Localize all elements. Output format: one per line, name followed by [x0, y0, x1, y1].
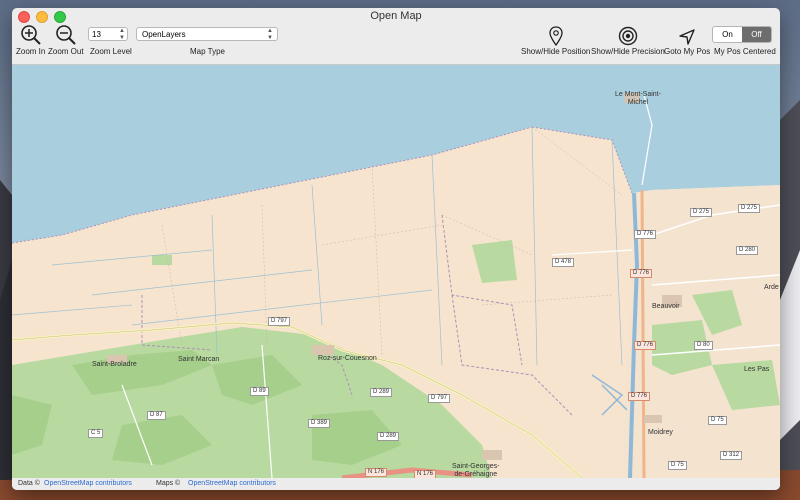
window-title: Open Map — [370, 10, 422, 22]
place-label-saint-marcan: Saint Marcan — [178, 356, 220, 363]
road-label: N 176 — [414, 470, 437, 478]
road-label: D 797 — [268, 317, 291, 326]
road-label: D 275 — [738, 204, 761, 213]
map-view[interactable]: Le Mont-Saint-Michel Saint-Broladre Sain… — [12, 65, 780, 478]
target-icon — [618, 24, 638, 46]
place-label-roz-sur-couesnon: Roz-sur-Couesnon — [318, 355, 377, 362]
title-bar: Open Map — [12, 8, 780, 24]
road-label: D 312 — [720, 451, 743, 460]
road-label: D 797 — [428, 394, 451, 403]
show-hide-precision-label: Show/Hide Precision — [591, 47, 665, 56]
goto-my-pos-label: Goto My Pos — [664, 47, 711, 56]
road-label: D 75 — [668, 461, 687, 470]
toggle-off-segment[interactable]: Off — [742, 27, 771, 42]
place-label-les-pas: Les Pas — [744, 366, 770, 373]
zoom-out-button[interactable]: Zoom Out — [48, 24, 84, 56]
zoom-in-label: Zoom In — [16, 47, 46, 56]
show-hide-position-label: Show/Hide Position — [521, 47, 591, 56]
chevron-updown-icon: ▲ ▼ — [267, 28, 273, 41]
zoom-in-button[interactable]: Zoom In — [16, 24, 45, 56]
road-label: D 289 — [377, 432, 400, 441]
attribution-bar: Data © OpenStreetMap contributors Maps ©… — [12, 478, 780, 490]
my-pos-centered-toggle[interactable]: On Off — [712, 26, 772, 43]
road-label: D 776 — [630, 269, 653, 278]
road-label: D 776 — [628, 392, 651, 401]
road-label: D 275 — [690, 208, 713, 217]
zoom-in-icon — [20, 24, 42, 46]
stepper-arrows-icon[interactable]: ▲ ▼ — [119, 28, 125, 42]
toggle-on-segment[interactable]: On — [713, 27, 742, 42]
road-label: D 80 — [694, 341, 713, 350]
place-label-moidrey: Moidrey — [648, 429, 673, 436]
maps-attribution-link[interactable]: OpenStreetMap contributors — [188, 480, 276, 487]
road-label: N 176 — [365, 468, 388, 477]
zoom-out-label: Zoom Out — [48, 47, 84, 56]
road-label: D 289 — [370, 388, 393, 397]
maps-attribution-label: Maps © — [156, 480, 181, 487]
data-attribution-link[interactable]: OpenStreetMap contributors — [44, 480, 132, 487]
map-canvas — [12, 65, 780, 478]
road-label: C 5 — [88, 429, 104, 438]
my-pos-centered-label: My Pos Centered — [714, 47, 776, 56]
zoom-out-icon — [55, 24, 77, 46]
place-label-saint-broladre: Saint-Broladre — [92, 361, 137, 368]
zoom-level-stepper[interactable]: 13 ▲ ▼ — [88, 27, 128, 41]
place-label-saint-georges: Saint-Georges- de-Gréhaigne — [452, 463, 500, 478]
toolbar: Zoom In Zoom Out 13 ▲ ▼ Zoom Level OpenLa… — [12, 24, 780, 65]
road-label: D 776 — [634, 341, 657, 350]
goto-my-pos-button[interactable]: Goto My Pos — [664, 24, 710, 56]
show-hide-position-button[interactable]: Show/Hide Position — [521, 24, 590, 56]
map-pin-icon — [549, 24, 563, 46]
place-label-beauvoir: Beauvoir — [652, 303, 680, 310]
app-window: Open Map Zoom In Zoom Out 13 ▲ ▼ Zoom Lev… — [12, 8, 780, 490]
map-type-select[interactable]: OpenLayers ▲ ▼ — [136, 27, 278, 41]
place-label-mont-saint-michel: Le Mont-Saint-Michel — [615, 91, 661, 106]
place-label-ardevon: Arde — [764, 284, 779, 291]
map-type-label: Map Type — [190, 47, 225, 56]
location-arrow-icon — [678, 24, 696, 46]
road-label: D 87 — [147, 411, 166, 420]
road-label: D 389 — [308, 419, 331, 428]
show-hide-precision-button[interactable]: Show/Hide Precision — [591, 24, 665, 56]
map-type-value: OpenLayers — [142, 30, 186, 39]
zoom-level-value: 13 — [92, 30, 101, 39]
road-label: D 478 — [552, 258, 575, 267]
road-label: D 89 — [250, 387, 269, 396]
data-attribution-label: Data © — [18, 480, 40, 487]
zoom-level-label: Zoom Level — [90, 47, 132, 56]
road-label: D 75 — [708, 416, 727, 425]
road-label: D 280 — [736, 246, 759, 255]
road-label: D 776 — [634, 230, 657, 239]
